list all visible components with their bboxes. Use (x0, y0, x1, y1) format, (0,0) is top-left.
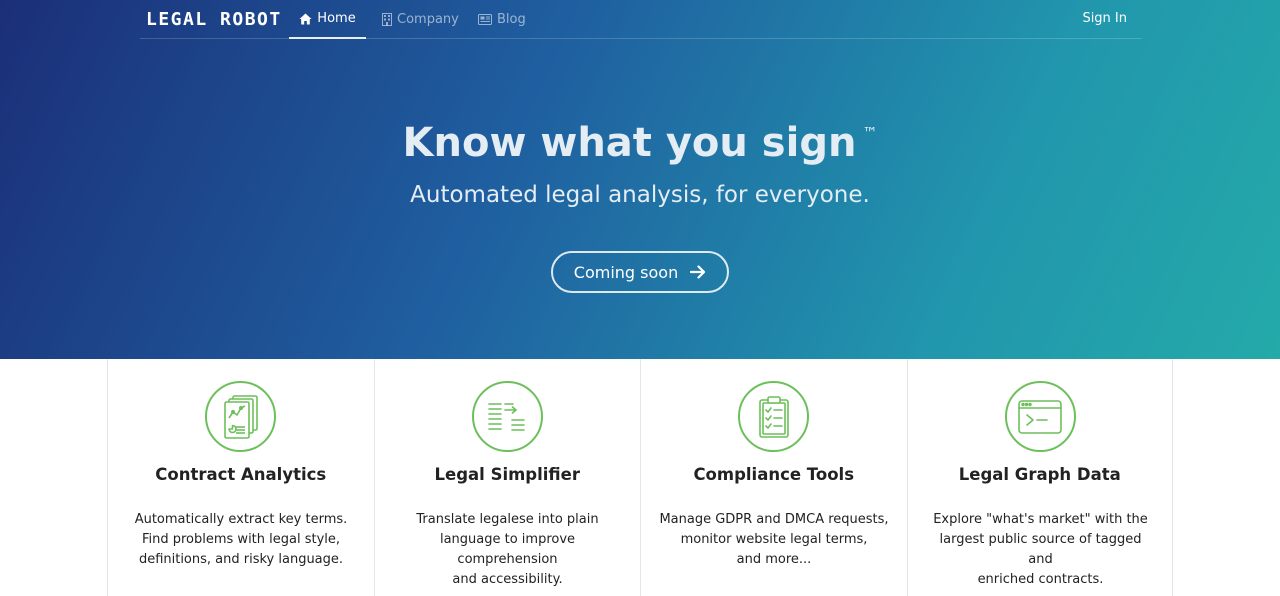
feature-description: Explore "what's market" with the largest… (933, 512, 1148, 587)
feature-legal-simplifier: Legal Simplifier Translate legalese into… (373, 359, 641, 596)
newspaper-icon (478, 14, 492, 25)
features-row: Contract Analytics Automatically extract… (107, 359, 1173, 596)
trademark-symbol: ™ (862, 124, 878, 142)
feature-title: Legal Simplifier (434, 465, 580, 484)
feature-description: Translate legalese into plain language t… (416, 512, 599, 587)
top-navbar: LEGAL ROBOT Home Company Blog Sign In (140, 0, 1142, 39)
feature-title: Legal Graph Data (958, 465, 1121, 484)
feature-title: Contract Analytics (155, 465, 327, 484)
nav-home-link[interactable]: Home (289, 0, 366, 39)
coming-soon-button[interactable]: Coming soon (551, 251, 729, 293)
feature-contract-analytics: Contract Analytics Automatically extract… (107, 359, 374, 596)
nav-blog-link[interactable]: Blog (478, 0, 526, 39)
hero-headline-text: Know what you sign (402, 120, 857, 166)
coming-soon-label: Coming soon (573, 262, 679, 282)
nav-blog-label: Blog (497, 12, 526, 27)
nav-company-label: Company (397, 12, 459, 27)
feature-legal-graph-data: Legal Graph Data Explore "what's market"… (906, 359, 1173, 596)
terminal-window-icon (1004, 381, 1076, 452)
nav-home-label: Home (317, 11, 356, 26)
nav-company-link[interactable]: Company (382, 0, 459, 39)
feature-title: Compliance Tools (693, 465, 855, 484)
building-icon (382, 13, 392, 26)
hero-section: LEGAL ROBOT Home Company Blog Sign In Kn… (0, 0, 1280, 359)
home-icon (299, 13, 312, 24)
brand-logo[interactable]: LEGAL ROBOT (146, 9, 282, 30)
hero-tagline: Automated legal analysis, for everyone. (410, 182, 870, 208)
sign-in-link[interactable]: Sign In (1082, 11, 1127, 26)
legal-simplifier-icon (471, 381, 543, 452)
contract-analytics-icon (205, 381, 276, 452)
feature-description: Manage GDPR and DMCA requests, monitor w… (659, 512, 889, 567)
compliance-clipboard-icon (738, 381, 809, 452)
arrow-right-icon (690, 265, 706, 279)
feature-description: Automatically extract key terms. Find pr… (134, 512, 348, 567)
feature-compliance-tools: Compliance Tools Manage GDPR and DMCA re… (640, 359, 907, 596)
hero-headline: Know what you sign ™ (0, 120, 1280, 166)
